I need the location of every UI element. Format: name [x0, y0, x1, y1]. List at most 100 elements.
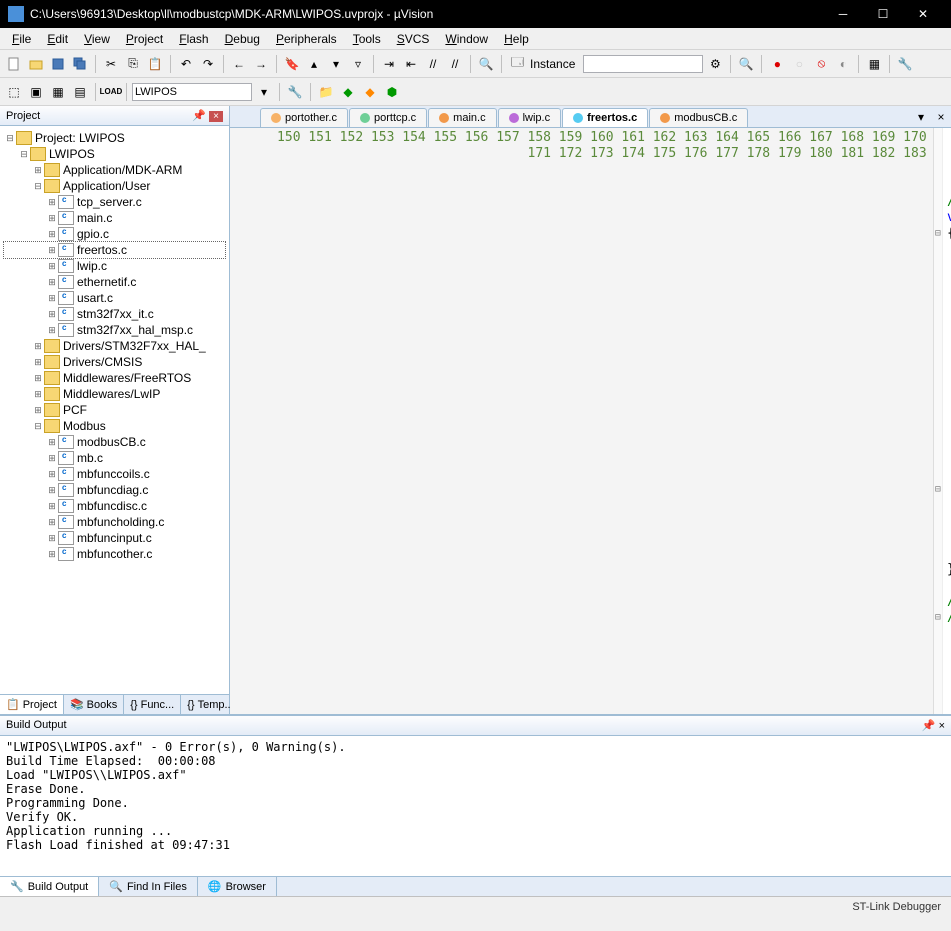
new-file-button[interactable] — [4, 54, 24, 74]
tree-file-mb-c[interactable]: ⊞mb.c — [4, 450, 225, 466]
file-tab-main-c[interactable]: main.c — [428, 108, 496, 127]
tree-file-stm32f7xx_hal_msp-c[interactable]: ⊞stm32f7xx_hal_msp.c — [4, 322, 225, 338]
nav-back-button[interactable]: ← — [229, 54, 249, 74]
tree-group-application-mdk-arm[interactable]: ⊞Application/MDK-ARM — [4, 162, 225, 178]
file-ext-button[interactable]: 📁 — [316, 82, 336, 102]
save-button[interactable] — [48, 54, 68, 74]
tab-dropdown-button[interactable]: ▾ — [911, 107, 931, 127]
breakpoint-insert-button[interactable]: ● — [767, 54, 787, 74]
tree-file-gpio-c[interactable]: ⊞gpio.c — [4, 226, 225, 242]
menu-flash[interactable]: Flash — [171, 30, 216, 48]
options-button[interactable]: 🔧 — [285, 82, 305, 102]
configure-button[interactable]: 🔧 — [895, 54, 915, 74]
menu-svcs[interactable]: SVCS — [389, 30, 438, 48]
copy-button[interactable]: ⎘ — [123, 54, 143, 74]
menu-peripherals[interactable]: Peripherals — [268, 30, 345, 48]
sidebar-tab-project[interactable]: 📋Project — [0, 695, 64, 714]
indent-button[interactable]: ⇥ — [379, 54, 399, 74]
build-output-text[interactable]: "LWIPOS\LWIPOS.axf" - 0 Error(s), 0 Warn… — [0, 736, 951, 876]
file-tab-portother-c[interactable]: portother.c — [260, 108, 348, 127]
minimize-button[interactable]: ─ — [823, 0, 863, 28]
tree-file-mbfunccoils-c[interactable]: ⊞mbfunccoils.c — [4, 466, 225, 482]
bookmark-prev-button[interactable]: ▴ — [304, 54, 324, 74]
tree-group-drivers-cmsis[interactable]: ⊞Drivers/CMSIS — [4, 354, 225, 370]
tree-file-ethernetif-c[interactable]: ⊞ethernetif.c — [4, 274, 225, 290]
translate-button[interactable]: ⬚ — [4, 82, 24, 102]
target-combo[interactable] — [132, 83, 252, 101]
manage-rte-button[interactable]: ◆ — [338, 82, 358, 102]
nav-forward-button[interactable]: → — [251, 54, 271, 74]
tree-group-modbus[interactable]: ⊟Modbus — [4, 418, 225, 434]
tree-group-drivers-stm32f7xx_hal_driver[interactable]: ⊞Drivers/STM32F7xx_HAL_ — [4, 338, 225, 354]
project-panel-pin-icon[interactable]: 📌 × — [192, 109, 223, 122]
output-tab-find-in-files[interactable]: 🔍Find In Files — [99, 877, 198, 896]
tree-file-freertos-c[interactable]: ⊞freertos.c — [4, 242, 225, 258]
bookmark-clear-button[interactable]: ▿ — [348, 54, 368, 74]
file-tab-porttcp-c[interactable]: porttcp.c — [349, 108, 427, 127]
instance-combo[interactable] — [583, 55, 703, 73]
project-tree[interactable]: ⊟Project: LWIPOS⊟LWIPOS⊞Application/MDK-… — [0, 126, 229, 694]
tree-file-stm32f7xx_it-c[interactable]: ⊞stm32f7xx_it.c — [4, 306, 225, 322]
menu-tools[interactable]: Tools — [345, 30, 389, 48]
find-button[interactable]: 🔍 — [476, 54, 496, 74]
output-tab-browser[interactable]: 🌐Browser — [198, 877, 277, 896]
download-button[interactable]: LOAD — [101, 82, 121, 102]
pack-installer-button[interactable]: ⬢ — [382, 82, 402, 102]
rebuild-button[interactable]: ▦ — [48, 82, 68, 102]
menu-view[interactable]: View — [76, 30, 118, 48]
sidebar-tab-books[interactable]: 📚Books — [64, 695, 124, 714]
output-tab-build-output[interactable]: 🔧Build Output — [0, 877, 99, 896]
uncomment-button[interactable]: // — [445, 54, 465, 74]
paste-button[interactable]: 📋 — [145, 54, 165, 74]
build-output-pin-icon[interactable]: 📌 — [922, 720, 936, 732]
build-output-close-button[interactable]: × — [939, 720, 945, 732]
batch-build-button[interactable]: ▤ — [70, 82, 90, 102]
breakpoint-kill-button[interactable]: ⦸ — [811, 54, 831, 74]
redo-button[interactable]: ↷ — [198, 54, 218, 74]
outdent-button[interactable]: ⇤ — [401, 54, 421, 74]
undo-button[interactable]: ↶ — [176, 54, 196, 74]
project-panel-close-button[interactable]: × — [209, 111, 223, 122]
tree-group-application-user[interactable]: ⊟Application/User — [4, 178, 225, 194]
code-area[interactable]: 150 151 152 153 154 155 156 157 158 159 … — [230, 128, 951, 714]
tree-file-modbusCB-c[interactable]: ⊞modbusCB.c — [4, 434, 225, 450]
build-button[interactable]: ▣ — [26, 82, 46, 102]
tree-file-tcp_server-c[interactable]: ⊞tcp_server.c — [4, 194, 225, 210]
bookmark-next-button[interactable]: ▾ — [326, 54, 346, 74]
bookmark-toggle-button[interactable]: 🔖 — [282, 54, 302, 74]
tree-target[interactable]: ⊟LWIPOS — [4, 146, 225, 162]
close-button[interactable]: ✕ — [903, 0, 943, 28]
file-tab-modbusCB-c[interactable]: modbusCB.c — [649, 108, 748, 127]
tree-file-usart-c[interactable]: ⊞usart.c — [4, 290, 225, 306]
tree-file-lwip-c[interactable]: ⊞lwip.c — [4, 258, 225, 274]
comment-button[interactable]: // — [423, 54, 443, 74]
tree-group-middlewares-lwip[interactable]: ⊞Middlewares/LwIP — [4, 386, 225, 402]
menu-window[interactable]: Window — [437, 30, 496, 48]
breakpoint-enable-button[interactable]: ◐ — [833, 54, 853, 74]
tree-file-main-c[interactable]: ⊞main.c — [4, 210, 225, 226]
tree-file-mbfuncdisc-c[interactable]: ⊞mbfuncdisc.c — [4, 498, 225, 514]
file-tab-freertos-c[interactable]: freertos.c — [562, 108, 648, 127]
breakpoint-disable-button[interactable]: ○ — [789, 54, 809, 74]
cut-button[interactable]: ✂ — [101, 54, 121, 74]
debug-button[interactable]: 🔍 — [736, 54, 756, 74]
tree-group-middlewares-freertos[interactable]: ⊞Middlewares/FreeRTOS — [4, 370, 225, 386]
tree-file-mbfuncdiag-c[interactable]: ⊞mbfuncdiag.c — [4, 482, 225, 498]
window-layout-button[interactable]: ▦ — [864, 54, 884, 74]
tree-project-root[interactable]: ⊟Project: LWIPOS — [4, 130, 225, 146]
tree-group-pcf[interactable]: ⊞PCF — [4, 402, 225, 418]
save-all-button[interactable] — [70, 54, 90, 74]
tree-file-mbfuncinput-c[interactable]: ⊞mbfuncinput.c — [4, 530, 225, 546]
tree-file-mbfuncother-c[interactable]: ⊞mbfuncother.c — [4, 546, 225, 562]
file-tab-lwip-c[interactable]: lwip.c — [498, 108, 562, 127]
maximize-button[interactable]: ☐ — [863, 0, 903, 28]
menu-debug[interactable]: Debug — [217, 30, 268, 48]
menu-edit[interactable]: Edit — [39, 30, 76, 48]
tree-file-mbfuncholding-c[interactable]: ⊞mbfuncholding.c — [4, 514, 225, 530]
menu-project[interactable]: Project — [118, 30, 171, 48]
menu-help[interactable]: Help — [496, 30, 537, 48]
configure-instance-button[interactable]: ⚙ — [705, 54, 725, 74]
open-file-button[interactable] — [26, 54, 46, 74]
fold-column[interactable]: ⊟ ⊟ ⊟ — [934, 128, 943, 714]
target-dropdown-button[interactable]: ▾ — [254, 82, 274, 102]
